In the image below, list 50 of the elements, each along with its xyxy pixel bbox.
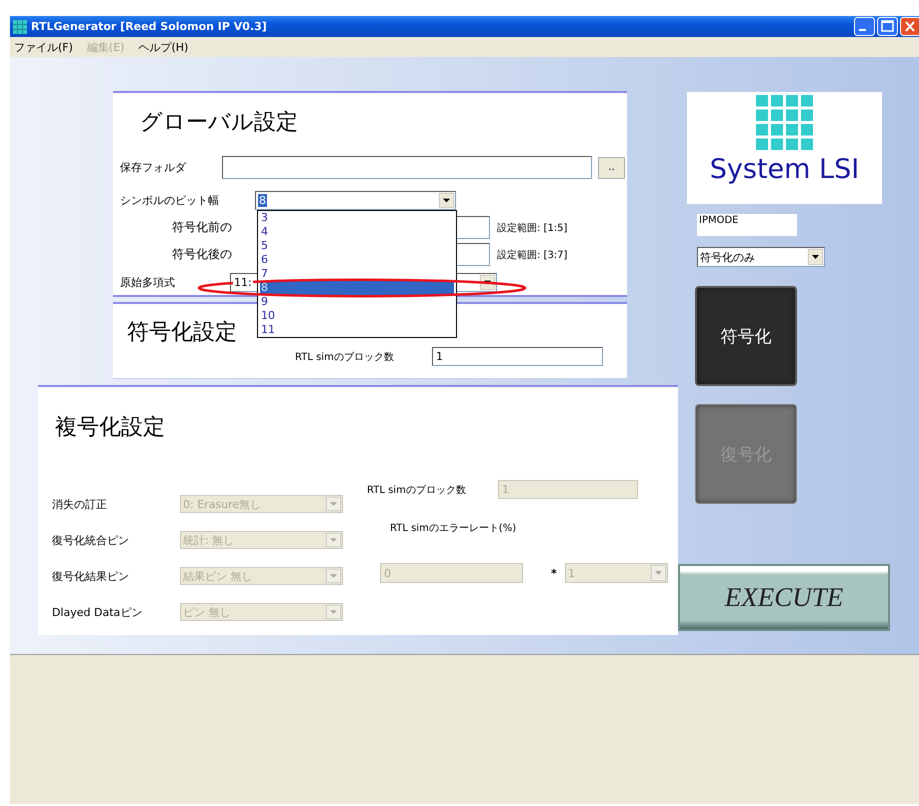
list-option[interactable]: 3 [260,211,454,225]
list-option[interactable]: 5 [260,239,454,253]
window-title: RTLGenerator [Reed Solomon IP V0.3] [31,20,267,33]
browse-button[interactable]: .. [598,156,625,178]
list-option[interactable]: 6 [260,253,454,267]
range-label: 設定範囲: [1:5] [497,222,568,234]
field-label: Dlayed Dataピン [52,604,144,620]
list-option[interactable]: 8 [260,281,454,295]
dropdown[interactable]: 8 [255,191,456,210]
field-label: RTL simのブロック数 [367,484,467,496]
section-title: 符号化設定 [127,319,237,345]
execute-button[interactable]: EXECUTE [678,564,890,631]
field-label: 復号化結果ピン [52,568,130,584]
logo-grid-icon [756,95,813,150]
input-field[interactable] [455,243,490,266]
input-field[interactable]: 1 [432,347,603,366]
field-label: 符号化後の [172,247,232,261]
list-option[interactable]: 11 [260,323,454,337]
multiply-sign: * [551,566,558,580]
field-label: 符号化前の [172,220,232,234]
selected-value: 11: [233,276,253,289]
list-option[interactable]: 7 [260,267,454,281]
range-label: 設定範囲: [3:7] [497,248,568,262]
caret-icon[interactable] [808,249,823,265]
input-field[interactable] [222,156,592,179]
close-icon[interactable] [900,17,919,36]
field-label: 原始多項式 [120,275,176,290]
field-label: 消失の訂正 [52,496,108,512]
field-label: シンボルのビット幅 [120,193,220,208]
field-label: 復号化統合ピン [52,532,130,548]
maximize-icon[interactable] [877,17,898,36]
list-option[interactable]: 4 [260,225,454,239]
field-label: RTL simのブロック数 [295,350,395,364]
caret-icon[interactable] [439,193,454,208]
mode-label: IPMODE [697,214,797,236]
section-title: グローバル設定 [140,109,298,137]
section-title: 複号化設定 [55,414,165,442]
field-label: 保存フォルダ [120,160,188,175]
field-label: RTL simのエラーレート(%) [390,522,516,535]
logo-text: System LSI [710,154,860,185]
list-option[interactable]: 9 [260,295,454,309]
list-option[interactable]: 10 [260,309,454,323]
selected-value: 8 [258,194,267,207]
dropdown[interactable]: 符号化のみ [697,247,825,267]
encode-button[interactable]: 符号化 [695,286,797,386]
app-icon [13,20,27,34]
input-field[interactable] [455,216,490,239]
minimize-icon[interactable] [854,17,875,36]
menu-item[interactable]: ヘルプ(H) [138,40,188,54]
menu-item[interactable]: ファイル(F) [14,40,73,54]
